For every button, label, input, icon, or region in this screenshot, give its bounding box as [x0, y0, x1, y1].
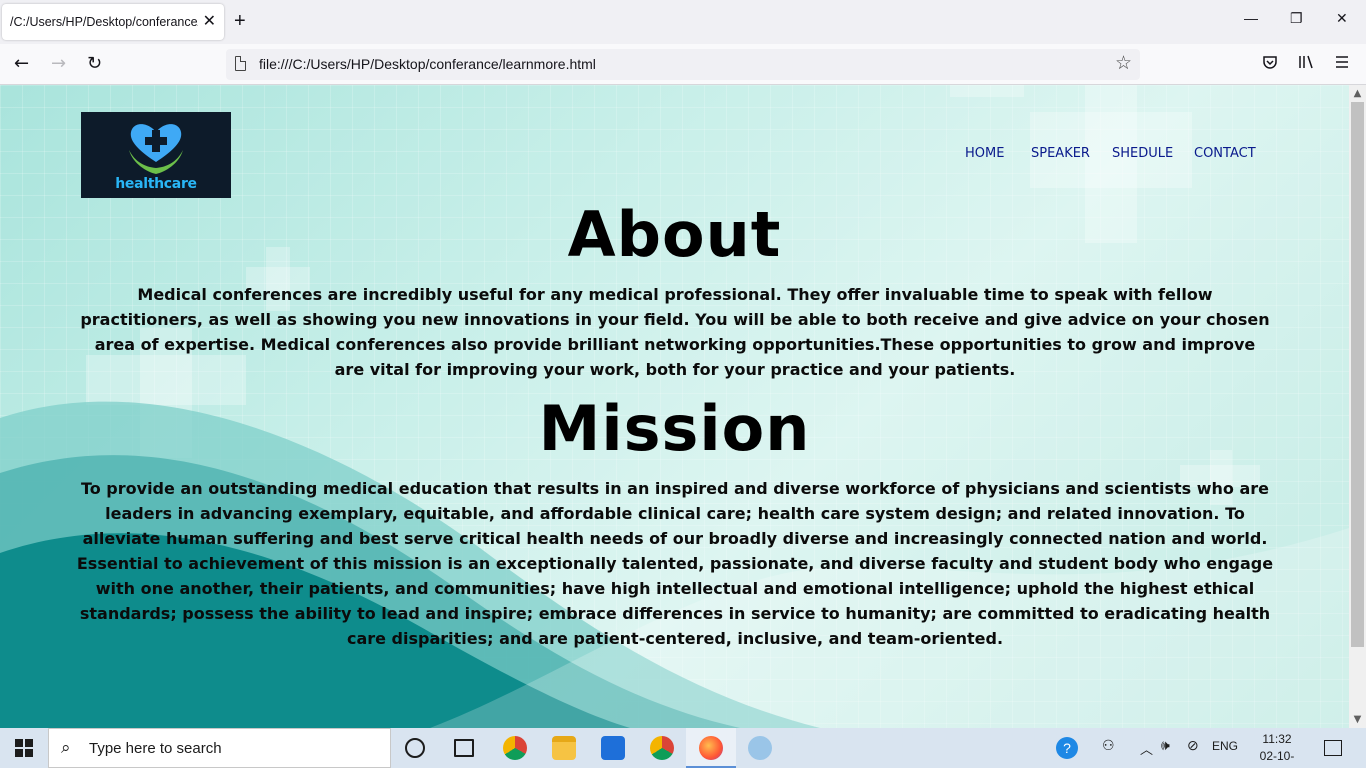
navigation-toolbar: ← → ↻ file:///C:/Users/HP/Desktop/confer… [0, 44, 1366, 85]
mission-heading: Mission [538, 392, 811, 465]
mail-icon[interactable] [601, 736, 625, 760]
nav-contact-link[interactable]: CONTACT [1194, 146, 1256, 161]
cortana-icon[interactable] [405, 738, 425, 758]
pocket-icon[interactable] [1262, 54, 1278, 74]
url-text[interactable]: file:///C:/Users/HP/Desktop/conferance/l… [259, 56, 596, 72]
page-viewport: healthcare HOME SPEAKER SHEDULE CONTACT … [0, 85, 1349, 728]
new-tab-button[interactable]: + [234, 11, 246, 31]
tab-close-icon[interactable]: ✕ [203, 13, 216, 29]
reload-icon[interactable]: ↻ [87, 53, 102, 75]
menu-hamburger-icon[interactable] [1334, 54, 1350, 74]
file-explorer-icon[interactable] [552, 736, 576, 760]
nav-home-link[interactable]: HOME [965, 146, 1004, 161]
mission-paragraph: To provide an outstanding medical educat… [76, 479, 1274, 648]
scroll-down-arrow-icon[interactable]: ▼ [1349, 711, 1366, 728]
windows-start-icon[interactable] [15, 739, 33, 757]
about-paragraph: Medical conferences are incredibly usefu… [80, 285, 1270, 379]
address-bar[interactable]: file:///C:/Users/HP/Desktop/conferance/l… [226, 49, 1140, 80]
clock-date: 02-10-2021 [1259, 749, 1295, 768]
close-window-button[interactable]: ✕ [1336, 10, 1348, 27]
library-icon[interactable] [1298, 54, 1315, 74]
vertical-scrollbar[interactable]: ▲ ▼ [1349, 85, 1366, 728]
search-placeholder: Type here to search [89, 740, 222, 757]
chrome-icon[interactable] [503, 736, 527, 760]
help-icon[interactable]: ? [1056, 737, 1078, 759]
windows-taskbar: ⌕ Type here to search ? ⚇ ︿ 🕪 ⊘ ENG 11:3… [0, 728, 1366, 768]
scroll-up-arrow-icon[interactable]: ▲ [1349, 85, 1366, 102]
nav-speaker-link[interactable]: SPEAKER [1031, 146, 1090, 161]
clock-time: 11:32 [1262, 732, 1292, 746]
chrome-profile-icon[interactable] [650, 736, 674, 760]
restore-button[interactable]: ❐ [1290, 10, 1303, 27]
bookmark-star-icon[interactable]: ☆ [1115, 52, 1132, 74]
tab-bar: /C:/Users/HP/Desktop/conferance/l ✕ + — … [0, 0, 1366, 44]
browser-tab[interactable]: /C:/Users/HP/Desktop/conferance/l ✕ [2, 4, 224, 40]
nav-schedule-link[interactable]: SHEDULE [1112, 146, 1173, 161]
about-heading: About [567, 198, 782, 271]
scrollbar-thumb[interactable] [1351, 102, 1364, 647]
speaker-icon[interactable]: 🕪 [1161, 737, 1170, 754]
network-icon[interactable]: ⊘ [1187, 737, 1199, 754]
paint-icon[interactable] [748, 736, 772, 760]
logo-text: healthcare [115, 176, 197, 192]
page-icon [235, 56, 246, 71]
search-icon: ⌕ [61, 738, 71, 758]
notifications-icon[interactable] [1324, 740, 1342, 756]
clock[interactable]: 11:32 02-10-2021 [1250, 731, 1304, 768]
taskbar-search-box[interactable]: ⌕ Type here to search [48, 728, 391, 768]
decorative-cross [950, 85, 1024, 97]
forward-arrow-icon[interactable]: → [51, 53, 66, 75]
tab-title: /C:/Users/HP/Desktop/conferance/l [10, 15, 198, 29]
task-view-icon[interactable] [454, 739, 474, 757]
language-indicator[interactable]: ENG [1212, 739, 1238, 753]
back-arrow-icon[interactable]: ← [14, 53, 29, 75]
show-hidden-icons-chevron-icon[interactable]: ︿ [1140, 739, 1153, 758]
firefox-icon[interactable] [699, 736, 723, 760]
people-icon[interactable]: ⚇ [1102, 737, 1115, 754]
minimize-button[interactable]: — [1244, 10, 1258, 26]
healthcare-logo[interactable]: healthcare [81, 112, 231, 198]
